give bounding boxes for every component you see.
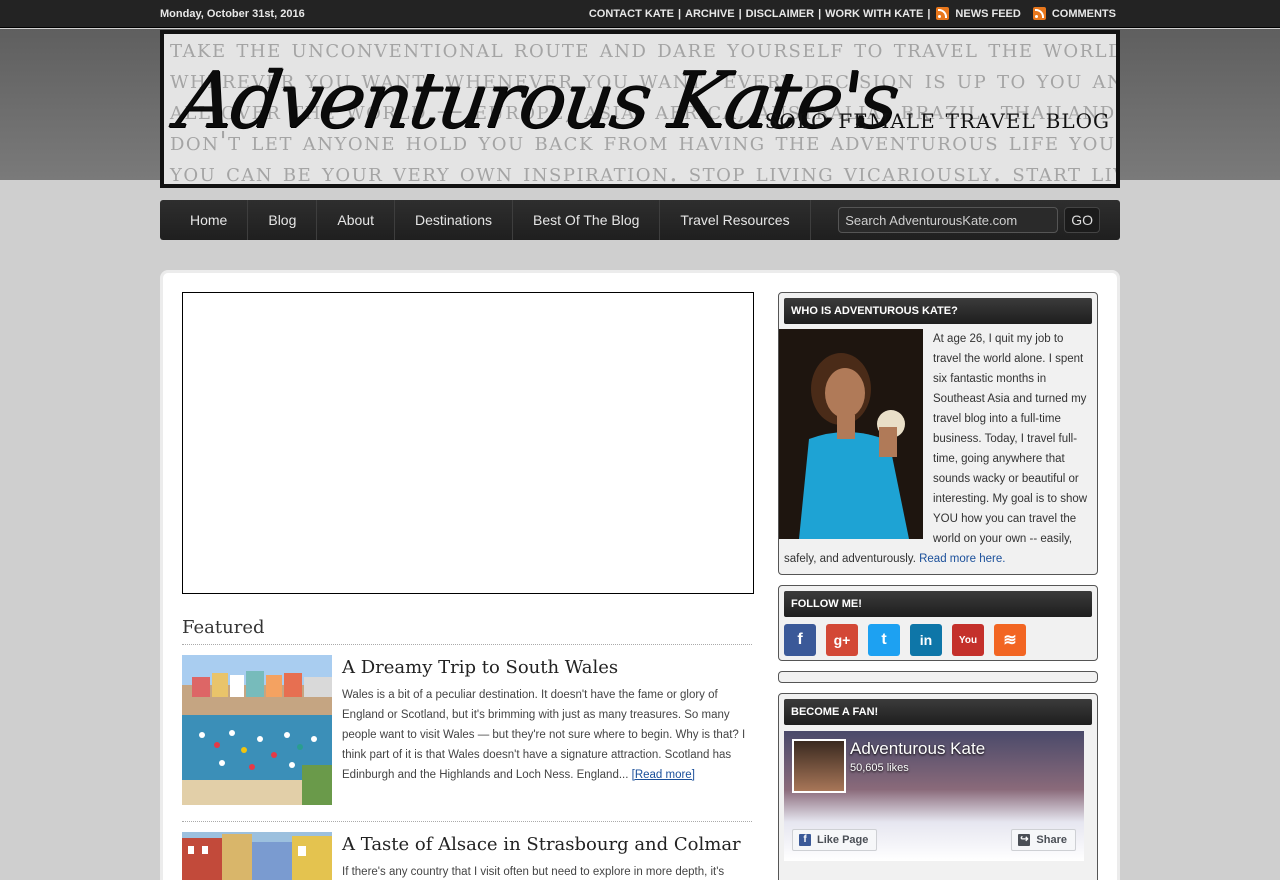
- post-thumbnail[interactable]: [182, 832, 332, 880]
- facebook-icon[interactable]: f: [784, 624, 816, 656]
- post-title[interactable]: A Dreamy Trip to South Wales: [342, 657, 618, 678]
- rss-icon[interactable]: [936, 7, 950, 20]
- twitter-icon[interactable]: t: [868, 624, 900, 656]
- archive-link[interactable]: ARCHIVE: [685, 8, 735, 20]
- fb-page-avatar[interactable]: [792, 739, 846, 793]
- about-widget-title: WHO IS ADVENTUROUS KATE?: [784, 298, 1092, 324]
- nav-destinations[interactable]: Destinations: [395, 200, 514, 240]
- nav-home[interactable]: Home: [170, 200, 249, 240]
- top-bar: Monday, October 31st, 2016 CONTACT KATE …: [0, 0, 1280, 28]
- fan-widget: BECOME A FAN! Adventurous Kate 50,605 li…: [778, 693, 1098, 880]
- post-excerpt: If there's any country that I visit ofte…: [342, 866, 725, 878]
- google-plus-icon[interactable]: g+: [826, 624, 858, 656]
- follow-widget: FOLLOW ME! f g+ t in You ≋: [778, 585, 1098, 661]
- post-thumbnail[interactable]: [182, 655, 332, 805]
- content-area: Featured A Dreamy Trip to South Wales Wa…: [160, 270, 1120, 880]
- post-title[interactable]: A Taste of Alsace in Strasbourg and Colm…: [342, 834, 741, 855]
- main-nav: Home Blog About Destinations Best Of The…: [160, 200, 1120, 240]
- fb-share-button[interactable]: ↪ Share: [1011, 829, 1076, 851]
- featured-post: A Taste of Alsace in Strasbourg and Colm…: [182, 832, 752, 880]
- site-header: take the unconventional route and dare y…: [160, 30, 1120, 188]
- facebook-icon: f: [799, 834, 811, 846]
- facebook-page-plugin[interactable]: Adventurous Kate 50,605 likes f Like Pag…: [784, 731, 1084, 861]
- top-links: CONTACT KATE | ARCHIVE | DISCLAIMER | WO…: [588, 7, 1116, 20]
- fb-like-count: 50,605 likes: [850, 762, 909, 774]
- featured-heading: Featured: [182, 617, 752, 645]
- follow-widget-title: FOLLOW ME!: [784, 591, 1092, 617]
- ad-slot: [182, 292, 754, 594]
- header-banner[interactable]: take the unconventional route and dare y…: [164, 34, 1116, 184]
- rss-icon[interactable]: [1032, 7, 1046, 20]
- about-text: At age 26, I quit my job to travel the w…: [779, 324, 1092, 569]
- post-divider: [182, 821, 752, 822]
- empty-widget: [778, 671, 1098, 683]
- work-with-kate-link[interactable]: WORK WITH KATE: [825, 8, 923, 20]
- nav-about[interactable]: About: [317, 200, 395, 240]
- contact-kate-link[interactable]: CONTACT KATE: [589, 8, 674, 20]
- fb-page-name[interactable]: Adventurous Kate: [850, 739, 985, 759]
- fan-widget-title: BECOME A FAN!: [784, 699, 1092, 725]
- linkedin-icon[interactable]: in: [910, 624, 942, 656]
- share-icon: ↪: [1018, 834, 1031, 846]
- search-form: GO: [838, 207, 1100, 233]
- youtube-icon[interactable]: You: [952, 624, 984, 656]
- nav-travel-resources[interactable]: Travel Resources: [660, 200, 811, 240]
- post-excerpt: Wales is a bit of a peculiar destination…: [342, 689, 746, 781]
- fb-like-page-button[interactable]: f Like Page: [792, 829, 878, 851]
- featured-post: A Dreamy Trip to South Wales Wales is a …: [182, 655, 752, 815]
- search-go-button[interactable]: GO: [1064, 207, 1100, 233]
- site-tagline: solo female travel blog: [764, 102, 1110, 135]
- about-widget: WHO IS ADVENTUROUS KATE? At age 26, I qu…: [778, 292, 1098, 575]
- news-feed-link[interactable]: NEWS FEED: [955, 8, 1020, 20]
- kate-photo: [779, 329, 923, 539]
- read-more-link[interactable]: [Read more]: [632, 769, 695, 781]
- rss-icon[interactable]: ≋: [994, 624, 1026, 656]
- disclaimer-link[interactable]: DISCLAIMER: [746, 8, 814, 20]
- social-icons: f g+ t in You ≋: [784, 617, 1092, 656]
- nav-blog[interactable]: Blog: [248, 200, 318, 240]
- current-date: Monday, October 31st, 2016: [160, 8, 305, 20]
- comments-feed-link[interactable]: COMMENTS: [1052, 8, 1116, 20]
- search-input[interactable]: [838, 207, 1059, 233]
- header-bg-line: you can be your very own inspiration. st…: [170, 158, 1116, 184]
- nav-best-of-the-blog[interactable]: Best Of The Blog: [513, 200, 661, 240]
- read-more-about-link[interactable]: Read more here.: [919, 553, 1005, 565]
